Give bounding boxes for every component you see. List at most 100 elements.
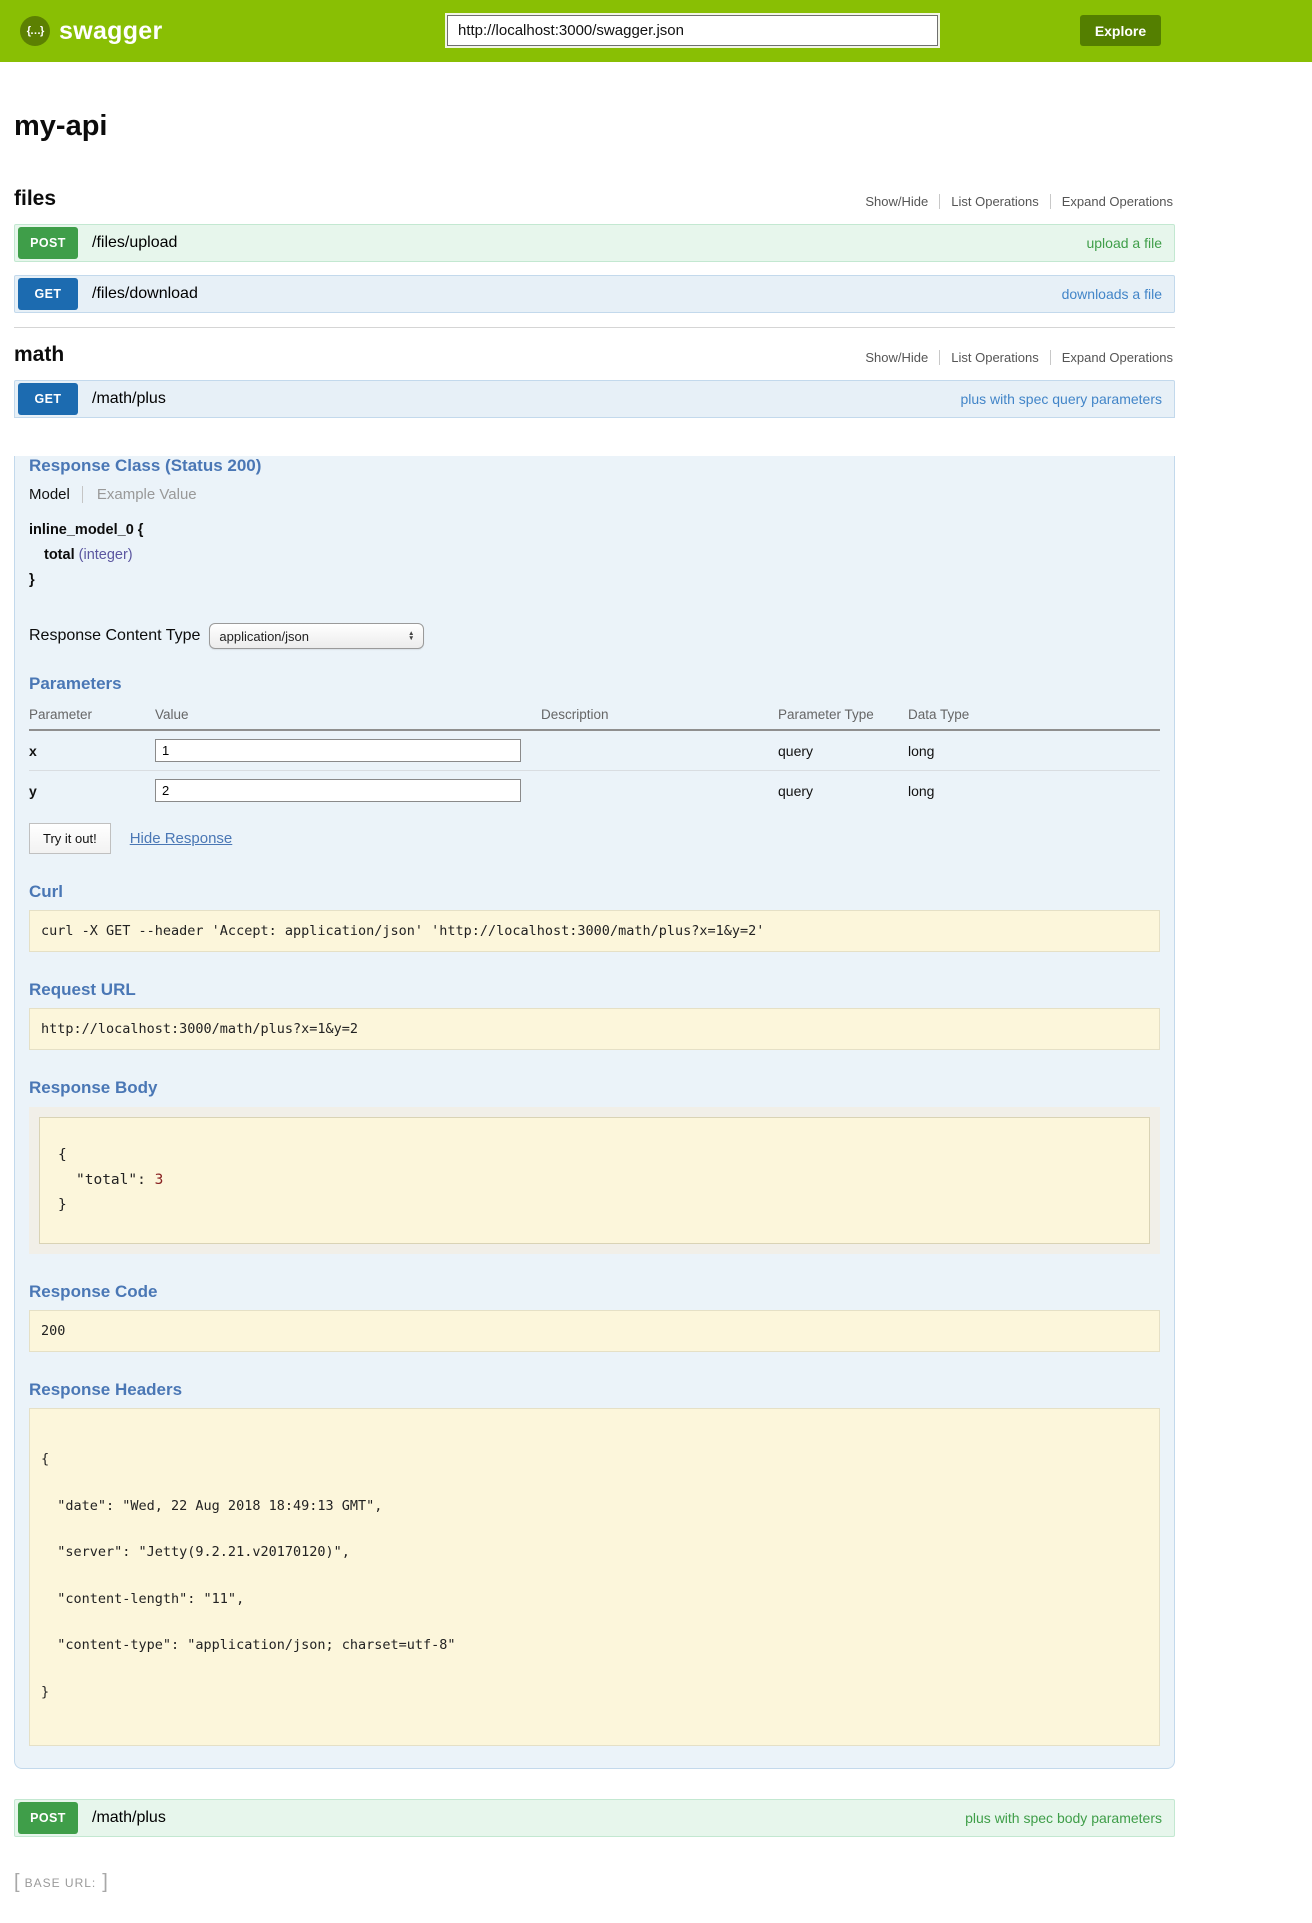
files-section-title[interactable]: files (14, 187, 56, 211)
main-content: my-api files Show/Hide List Operations E… (14, 110, 1175, 1837)
op-row-get-files-download[interactable]: GET /files/download downloads a file (14, 275, 1175, 313)
response-body-total-line: "total": 3 (58, 1168, 1131, 1193)
response-headers-heading: Response Headers (29, 1380, 1160, 1400)
col-parameter-type: Parameter Type (778, 701, 908, 730)
param-name-y: y (29, 771, 155, 811)
response-body-total-value: 3 (155, 1172, 164, 1188)
response-content-type-label: Response Content Type (29, 627, 200, 645)
select-arrows-icon: ▲ ▼ (408, 631, 414, 642)
list-operations-link[interactable]: List Operations (939, 194, 1049, 209)
response-content-type-select[interactable]: application/json ▲ ▼ (209, 623, 424, 649)
expand-operations-link[interactable]: Expand Operations (1050, 194, 1175, 209)
get-math-plus-panel: Response Class (Status 200) Model Exampl… (14, 456, 1175, 1769)
response-headers-line: } (41, 1685, 1148, 1701)
model-property-name: total (44, 547, 75, 563)
param-y-description (541, 771, 778, 811)
param-name-x: x (29, 730, 155, 771)
swagger-braces-icon: {…} (20, 16, 50, 46)
response-body-open-brace: { (58, 1143, 1131, 1168)
response-body-block: { "total": 3 } (29, 1107, 1160, 1254)
col-data-type: Data Type (908, 701, 1160, 730)
param-y-value-input[interactable] (155, 779, 521, 802)
curl-heading: Curl (29, 882, 1160, 902)
col-parameter: Parameter (29, 701, 155, 730)
response-headers-line: "content-length": "11", (41, 1592, 1148, 1608)
try-row: Try it out! Hide Response (29, 823, 1160, 854)
op-row-get-math-plus[interactable]: GET /math/plus plus with spec query para… (14, 380, 1175, 418)
response-headers-json: { "date": "Wed, 22 Aug 2018 18:49:13 GMT… (29, 1408, 1160, 1746)
response-headers-line: "content-type": "application/json; chars… (41, 1638, 1148, 1654)
get-method-badge: GET (18, 278, 78, 310)
op-note-upload-a-file[interactable]: upload a file (1086, 235, 1162, 251)
files-section-header: files Show/Hide List Operations Expand O… (14, 187, 1175, 211)
base-url-label: BASE URL: (25, 1874, 97, 1890)
response-headers-line: "server": "Jetty(9.2.21.v20170120)", (41, 1545, 1148, 1561)
parameters-header-row: Parameter Value Description Parameter Ty… (29, 701, 1160, 730)
parameters-heading: Parameters (29, 674, 1160, 694)
op-row-post-files-upload[interactable]: POST /files/upload upload a file (14, 224, 1175, 262)
response-body-heading: Response Body (29, 1078, 1160, 1098)
response-content-type-row: Response Content Type application/json ▲… (29, 623, 1160, 649)
response-body-json: { "total": 3 } (39, 1117, 1150, 1244)
model-open-brace: inline_model_0 { (29, 518, 1160, 543)
request-url-heading: Request URL (29, 980, 1160, 1000)
hide-response-link[interactable]: Hide Response (130, 830, 233, 847)
param-row-x: x query long (29, 730, 1160, 771)
base-url-footer: [ BASE URL: ] (14, 1871, 1312, 1893)
post-method-badge: POST (18, 227, 78, 259)
list-operations-link[interactable]: List Operations (939, 350, 1049, 365)
op-path-math-plus-post[interactable]: /math/plus (92, 1809, 166, 1827)
header-bar: {…} swagger Explore (0, 0, 1312, 62)
show-hide-link[interactable]: Show/Hide (854, 350, 939, 365)
math-section-title[interactable]: math (14, 343, 64, 367)
files-section-controls: Show/Hide List Operations Expand Operati… (854, 194, 1175, 211)
math-section-controls: Show/Hide List Operations Expand Operati… (854, 350, 1175, 367)
parameters-table: Parameter Value Description Parameter Ty… (29, 701, 1160, 810)
footer-open-bracket: [ (14, 1871, 20, 1894)
param-x-data-type: long (908, 730, 1160, 771)
show-hide-link[interactable]: Show/Hide (854, 194, 939, 209)
op-path-files-upload[interactable]: /files/upload (92, 234, 177, 252)
math-section-header: math Show/Hide List Operations Expand Op… (14, 343, 1175, 367)
op-note-downloads-a-file[interactable]: downloads a file (1062, 286, 1162, 302)
model-signature: inline_model_0 { total (integer) } (29, 518, 1160, 593)
tab-example-value[interactable]: Example Value (82, 486, 197, 503)
explore-button[interactable]: Explore (1080, 15, 1161, 46)
swagger-logo[interactable]: {…} swagger (20, 0, 163, 62)
param-x-description (541, 730, 778, 771)
col-description: Description (541, 701, 778, 730)
model-close-brace: } (29, 568, 1160, 593)
expand-operations-link[interactable]: Expand Operations (1050, 350, 1175, 365)
param-y-data-type: long (908, 771, 1160, 811)
param-y-param-type: query (778, 771, 908, 811)
param-row-y: y query long (29, 771, 1160, 811)
api-url-input[interactable] (447, 15, 938, 46)
response-class-heading: Response Class (Status 200) (29, 456, 1160, 476)
op-note-plus-body-params[interactable]: plus with spec body parameters (965, 1810, 1162, 1826)
swagger-logo-text: swagger (59, 17, 163, 46)
op-path-math-plus-get[interactable]: /math/plus (92, 390, 166, 408)
param-x-value-input[interactable] (155, 739, 521, 762)
post-method-badge: POST (18, 1802, 78, 1834)
get-method-badge: GET (18, 383, 78, 415)
response-content-type-value: application/json (219, 629, 309, 644)
response-body-close-brace: } (58, 1193, 1131, 1218)
response-headers-line: { (41, 1452, 1148, 1468)
op-row-post-math-plus[interactable]: POST /math/plus plus with spec body para… (14, 1799, 1175, 1837)
tab-model[interactable]: Model (29, 486, 70, 503)
try-it-out-button[interactable]: Try it out! (29, 823, 111, 854)
footer-padding (0, 1893, 1312, 1923)
col-value: Value (155, 701, 541, 730)
response-headers-line: "date": "Wed, 22 Aug 2018 18:49:13 GMT", (41, 1499, 1148, 1515)
model-tabs: Model Example Value (29, 486, 1160, 503)
op-path-files-download[interactable]: /files/download (92, 285, 198, 303)
model-property-type: (integer) (79, 547, 133, 563)
curl-command: curl -X GET --header 'Accept: applicatio… (29, 910, 1160, 952)
response-code-value: 200 (29, 1310, 1160, 1352)
page-title: my-api (14, 110, 1175, 143)
model-property: total (integer) (29, 543, 1160, 568)
op-note-plus-query-params[interactable]: plus with spec query parameters (960, 391, 1162, 407)
section-divider (14, 327, 1175, 328)
response-code-heading: Response Code (29, 1282, 1160, 1302)
footer-close-bracket: ] (102, 1871, 108, 1894)
